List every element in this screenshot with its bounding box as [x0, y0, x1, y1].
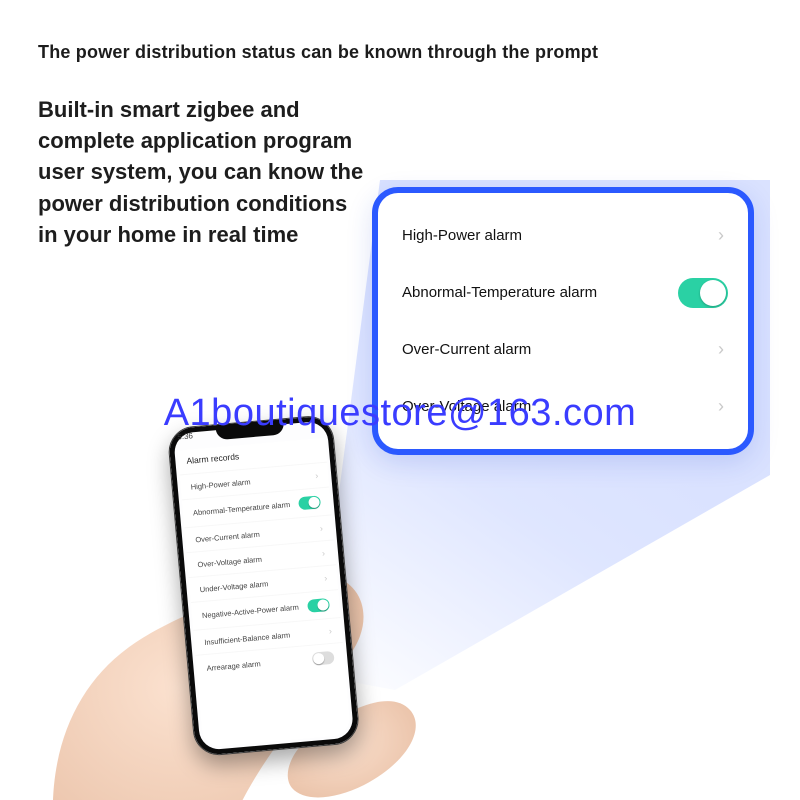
- phone-row-label: Over-Current alarm: [195, 529, 260, 544]
- high-power-alarm-label: High-Power alarm: [402, 227, 522, 244]
- over-current-alarm-label: Over-Current alarm: [402, 341, 531, 358]
- chevron-right-icon: ›: [322, 548, 326, 558]
- chevron-right-icon: ›: [328, 626, 332, 636]
- chevron-right-icon: ›: [718, 225, 738, 246]
- chevron-right-icon: ›: [718, 339, 738, 360]
- chevron-right-icon: ›: [315, 470, 319, 480]
- phone-toggle[interactable]: [307, 598, 330, 613]
- phone-toggle[interactable]: [298, 495, 321, 510]
- phone-row-label: Over-Voltage alarm: [197, 554, 262, 569]
- chevron-right-icon: ›: [319, 523, 323, 533]
- page-title: The power distribution status can be kno…: [38, 42, 598, 63]
- description-paragraph: Built-in smart zigbee and complete appli…: [38, 94, 368, 250]
- chevron-right-icon: ›: [324, 573, 328, 583]
- phone-row-label: Abnormal-Temperature alarm: [193, 500, 291, 517]
- phone-row-label: High-Power alarm: [190, 477, 251, 491]
- phone-row-label: Negative-Active-Power alarm: [202, 603, 300, 620]
- high-power-alarm-row[interactable]: High-Power alarm ›: [402, 207, 738, 264]
- phone-row-label: Insufficient-Balance alarm: [204, 630, 291, 646]
- abnormal-temperature-alarm-label: Abnormal-Temperature alarm: [402, 284, 597, 301]
- abnormal-temperature-alarm-toggle[interactable]: [678, 278, 728, 308]
- over-current-alarm-row[interactable]: Over-Current alarm ›: [402, 321, 738, 378]
- abnormal-temperature-alarm-row[interactable]: Abnormal-Temperature alarm: [402, 264, 738, 321]
- phone-notch: [215, 419, 284, 440]
- phone-mockup: 5:36 Alarm records High-Power alarm › Ab…: [167, 414, 361, 757]
- chevron-right-icon: ›: [718, 396, 738, 417]
- phone-row-label: Under-Voltage alarm: [199, 579, 268, 594]
- phone-row-label: Arrearage alarm: [206, 659, 261, 673]
- hand-holding-phone: 5:36 Alarm records High-Power alarm › Ab…: [52, 400, 482, 800]
- phone-status-time: 5:36: [177, 431, 193, 441]
- phone-screen: Alarm records High-Power alarm › Abnorma…: [178, 438, 351, 748]
- phone-toggle[interactable]: [312, 651, 335, 666]
